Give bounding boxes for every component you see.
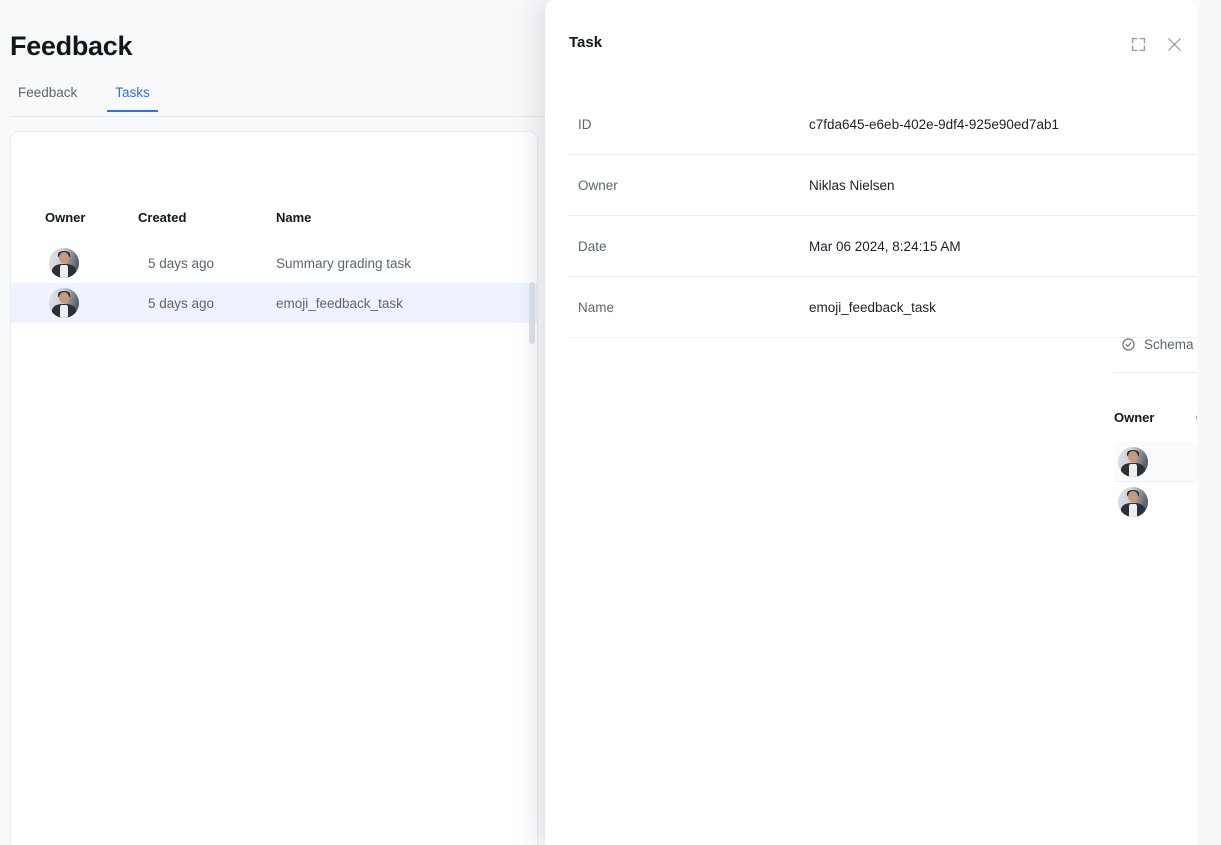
page-title: Feedback — [10, 31, 133, 61]
check-circle-icon — [1121, 337, 1136, 352]
table-row[interactable]: 5 days ago {"feedback":"😫"} This w — [1114, 442, 1198, 482]
avatar — [1118, 447, 1148, 477]
table-row[interactable]: 5 days ago Summary grading task — [11, 243, 537, 283]
detail-row-date: Date Mar 06 2024, 8:24:15 AM — [568, 216, 1198, 277]
table-row[interactable]: 5 days ago emoji_feedback_task — [11, 283, 537, 323]
detail-value: c7fda645-e6eb-402e-9df4-925e90ed7ab1 — [809, 116, 1059, 132]
tasks-card: Owner Created Name 5 days ago Summary gr… — [10, 131, 538, 845]
detail-label: Name — [578, 299, 615, 315]
page-tabbar: Feedback Tasks — [10, 85, 570, 117]
column-header-name: Name — [276, 210, 312, 225]
avatar — [1118, 487, 1148, 517]
cell-name: emoji_feedback_task — [276, 295, 403, 311]
cell-name: Summary grading task — [276, 255, 412, 271]
vertical-scrollbar[interactable] — [529, 282, 535, 344]
expand-icon[interactable] — [1126, 32, 1150, 56]
avatar — [49, 288, 79, 318]
drawer-header: Task — [545, 0, 1198, 72]
tab-schema[interactable]: Schema — [1114, 335, 1198, 366]
column-header-created: Created — [138, 210, 187, 225]
cell-created: 5 days ago — [148, 295, 215, 311]
detail-row-owner: Owner Niklas Nielsen — [568, 155, 1198, 216]
app-root: Feedback Feedback Tasks Owner Created Na… — [0, 0, 1221, 845]
tasks-table-header: Owner Created Name — [11, 210, 537, 236]
drawer-right-gutter — [1197, 0, 1221, 845]
drawer-tabbar: Schema Feedback — [1114, 335, 1198, 373]
table-row[interactable]: 5 days ago {"feedback":"😀"} That w — [1114, 482, 1198, 522]
detail-value: emoji_feedback_task — [809, 299, 936, 315]
cell-created: 5 days ago — [148, 255, 215, 271]
tab-tasks[interactable]: Tasks — [107, 85, 158, 112]
close-icon[interactable] — [1162, 32, 1186, 56]
drawer-title: Task — [569, 34, 603, 51]
task-detail-list: ID c7fda645-e6eb-402e-9df4-925e90ed7ab1 … — [568, 94, 1198, 338]
feedback-table-header: Owner Created Feedback Comme — [1114, 410, 1198, 432]
column-header-owner: Owner — [45, 210, 86, 225]
avatar — [49, 248, 79, 278]
detail-row-id: ID c7fda645-e6eb-402e-9df4-925e90ed7ab1 — [568, 94, 1198, 155]
detail-value: Niklas Nielsen — [809, 177, 895, 193]
detail-row-name: Name emoji_feedback_task — [568, 277, 1198, 338]
tab-feedback[interactable]: Feedback — [10, 85, 85, 111]
detail-value: Mar 06 2024, 8:24:15 AM — [809, 238, 961, 254]
tab-label: Schema — [1144, 337, 1194, 352]
detail-label: Owner — [578, 177, 618, 193]
task-detail-drawer: Task ID c7fda645-e6eb-402e-9df4-925e90ed… — [545, 0, 1198, 845]
column-header-owner: Owner — [1114, 410, 1155, 425]
detail-label: ID — [578, 116, 592, 132]
detail-label: Date — [578, 238, 607, 254]
